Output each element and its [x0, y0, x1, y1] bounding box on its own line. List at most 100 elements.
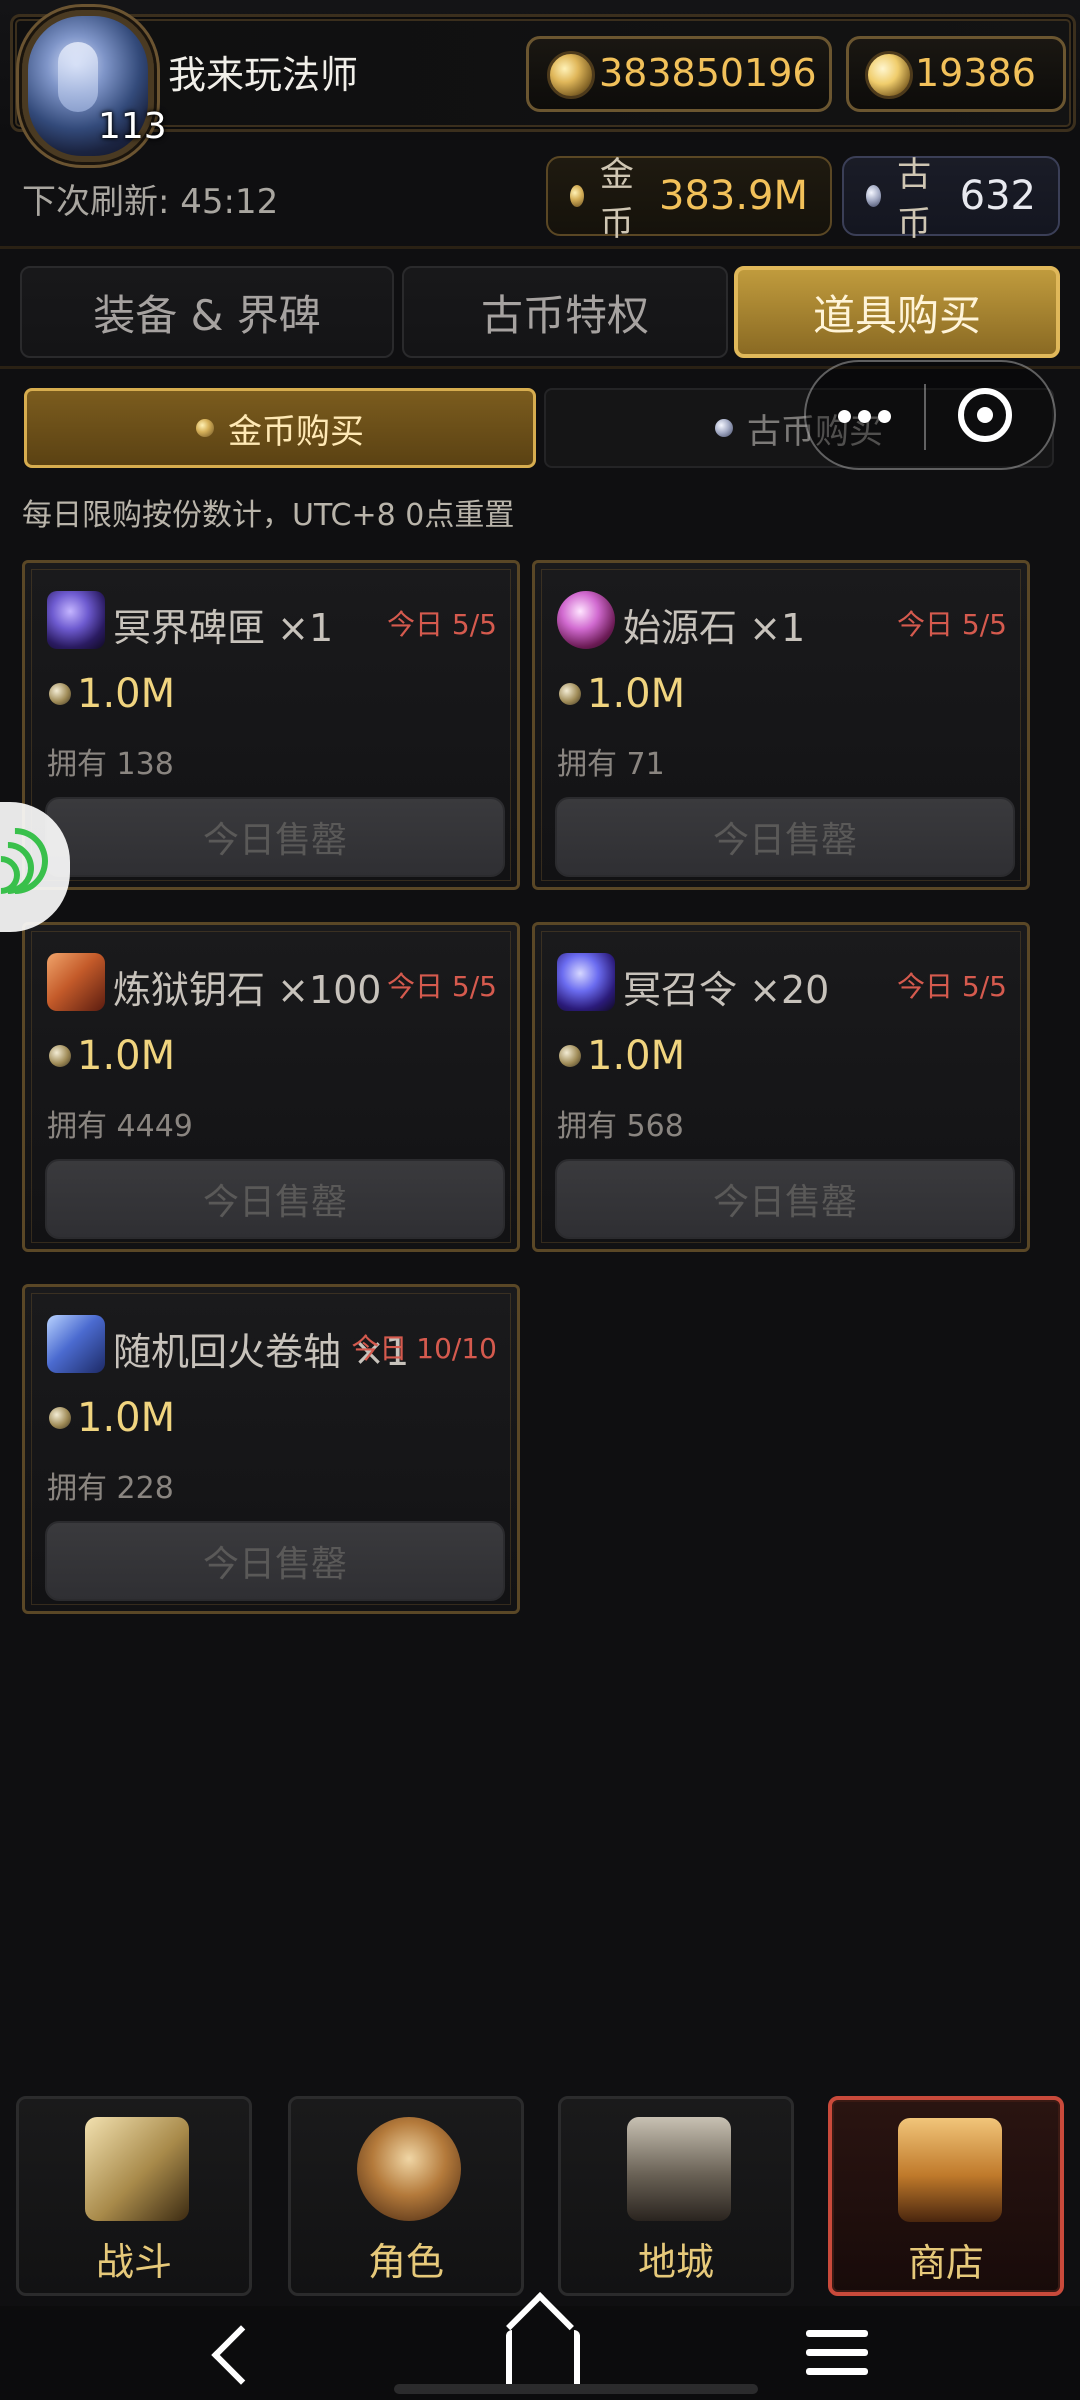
nav-dungeon[interactable]: 地城	[558, 2096, 794, 2296]
gold-label: 金币	[599, 155, 634, 244]
nav-label: 地城	[637, 2240, 714, 2284]
ancient-balance-chip: 古币 632	[842, 155, 1060, 244]
menu-icon[interactable]	[806, 2322, 868, 2384]
owned-count: 拥有 138	[47, 747, 174, 782]
item-card: 随机回火卷轴 ×1 今日 10/10 1.0M 拥有 228 今日售罄	[22, 1284, 520, 1614]
ancient-coin-icon	[715, 419, 733, 437]
item-title: 随机回火卷轴	[113, 1330, 342, 1374]
item-name: 冥界碑匣 ×1	[113, 597, 333, 652]
gold-coin-icon	[570, 185, 584, 207]
sold-out-button[interactable]: 今日售罄	[45, 797, 505, 877]
more-dot-icon[interactable]	[838, 410, 851, 423]
daily-limit: 今日 10/10	[351, 1332, 497, 1365]
daily-limit: 今日 5/5	[387, 970, 497, 1003]
secondary-currency-pill: 19386	[846, 36, 1066, 112]
player-avatar-area[interactable]: 113	[10, 2, 167, 162]
item-title: 始源石	[623, 606, 738, 650]
daily-limit: 今日 5/5	[387, 608, 497, 641]
ancient-coin-icon	[866, 185, 882, 207]
item-qty: ×1	[749, 606, 806, 650]
gold-coin-icon	[559, 683, 581, 705]
item-price: 1.0M	[587, 1033, 686, 1079]
tab-ancient-coin-privilege[interactable]: 古币特权	[402, 266, 728, 358]
box-icon	[47, 591, 105, 649]
token-icon	[557, 953, 615, 1011]
daily-limit: 今日 5/5	[897, 970, 1007, 1003]
daily-limit: 今日 5/5	[897, 608, 1007, 641]
tab-item-purchase[interactable]: 道具购买	[734, 266, 1060, 358]
floating-capsule	[804, 360, 1056, 470]
next-refresh-label: 下次刷新:	[22, 182, 170, 222]
sold-out-button[interactable]: 今日售罄	[555, 1159, 1015, 1239]
more-dot-icon[interactable]	[858, 410, 871, 423]
ancient-label: 古币	[897, 155, 932, 244]
capsule-divider	[924, 384, 926, 450]
item-card: 冥界碑匣 ×1 今日 5/5 1.0M 拥有 138 今日售罄	[22, 560, 520, 890]
gold-coin-icon	[49, 1045, 71, 1067]
home-icon[interactable]	[506, 2330, 580, 2392]
owned-count: 拥有 4449	[47, 1109, 193, 1144]
target-inner-dot	[977, 407, 993, 423]
scroll-icon	[47, 1315, 105, 1373]
item-name: 炼狱钥石 ×100	[113, 959, 381, 1014]
gold-value: 383.9M	[658, 173, 808, 219]
item-price: 1.0M	[77, 1395, 176, 1441]
owned-count: 拥有 568	[557, 1109, 684, 1144]
sold-out-button[interactable]: 今日售罄	[45, 1159, 505, 1239]
item-title: 冥界碑匣	[113, 606, 266, 650]
gold-coin-icon	[49, 1407, 71, 1429]
tab-label: 道具购买	[812, 290, 981, 340]
primary-currency-value: 383850196	[599, 51, 817, 95]
item-name: 始源石 ×1	[623, 597, 805, 652]
tab-label: 古币特权	[480, 290, 649, 340]
primary-currency-pill: 383850196	[526, 36, 832, 112]
subtab-label: 金币购买	[228, 411, 364, 452]
item-card: 冥召令 ×20 今日 5/5 1.0M 拥有 568 今日售罄	[532, 922, 1030, 1252]
item-price: 1.0M	[587, 671, 686, 717]
nav-character[interactable]: 角色	[288, 2096, 524, 2296]
item-card: 始源石 ×1 今日 5/5 1.0M 拥有 71 今日售罄	[532, 560, 1030, 890]
tab-equipment-monument[interactable]: 装备 & 界碑	[20, 266, 394, 358]
gold-coin-icon	[49, 683, 71, 705]
sold-out-button[interactable]: 今日售罄	[45, 1521, 505, 1601]
item-name: 冥召令 ×20	[623, 959, 829, 1014]
item-title: 冥召令	[623, 968, 738, 1012]
character-icon	[357, 2117, 461, 2221]
item-qty: ×1	[277, 606, 334, 650]
daily-limit-note: 每日限购按份数计，UTC+8 0点重置	[22, 498, 515, 533]
tab-label: 装备 & 界碑	[93, 290, 321, 340]
home-indicator	[394, 2384, 758, 2394]
gem-icon	[557, 591, 615, 649]
owned-count: 拥有 71	[557, 747, 665, 782]
dungeon-icon	[627, 2117, 731, 2221]
swords-icon	[85, 2117, 189, 2221]
secondary-currency-value: 19386	[915, 51, 1036, 95]
nav-shop[interactable]: 商店	[828, 2096, 1064, 2296]
subtab-gold-purchase[interactable]: 金币购买	[24, 388, 536, 468]
item-qty: ×20	[749, 968, 830, 1012]
more-dot-icon[interactable]	[878, 410, 891, 423]
next-refresh: 下次刷新: 45:12	[22, 174, 278, 223]
shop-icon	[898, 2118, 1002, 2222]
item-card: 炼狱钥石 ×100 今日 5/5 1.0M 拥有 4449 今日售罄	[22, 922, 520, 1252]
divider	[0, 246, 1080, 249]
coin-icon	[547, 51, 595, 99]
energy-icon	[865, 51, 913, 99]
item-price: 1.0M	[77, 671, 176, 717]
gold-coin-icon	[559, 1045, 581, 1067]
owned-count: 拥有 228	[47, 1471, 174, 1506]
next-refresh-time: 45:12	[180, 182, 279, 222]
player-name: 我来玩法师	[168, 53, 359, 97]
nav-label: 战斗	[95, 2240, 172, 2284]
item-price: 1.0M	[77, 1033, 176, 1079]
target-icon[interactable]	[958, 388, 1012, 442]
avatar-portrait	[58, 42, 98, 112]
item-qty: ×100	[277, 968, 382, 1012]
sold-out-button[interactable]: 今日售罄	[555, 797, 1015, 877]
key-icon	[47, 953, 105, 1011]
nav-label: 商店	[907, 2241, 984, 2285]
gold-balance-chip: 金币 383.9M	[546, 155, 832, 244]
player-level: 113	[98, 106, 167, 147]
nav-battle[interactable]: 战斗	[16, 2096, 252, 2296]
nav-label: 角色	[367, 2240, 444, 2284]
